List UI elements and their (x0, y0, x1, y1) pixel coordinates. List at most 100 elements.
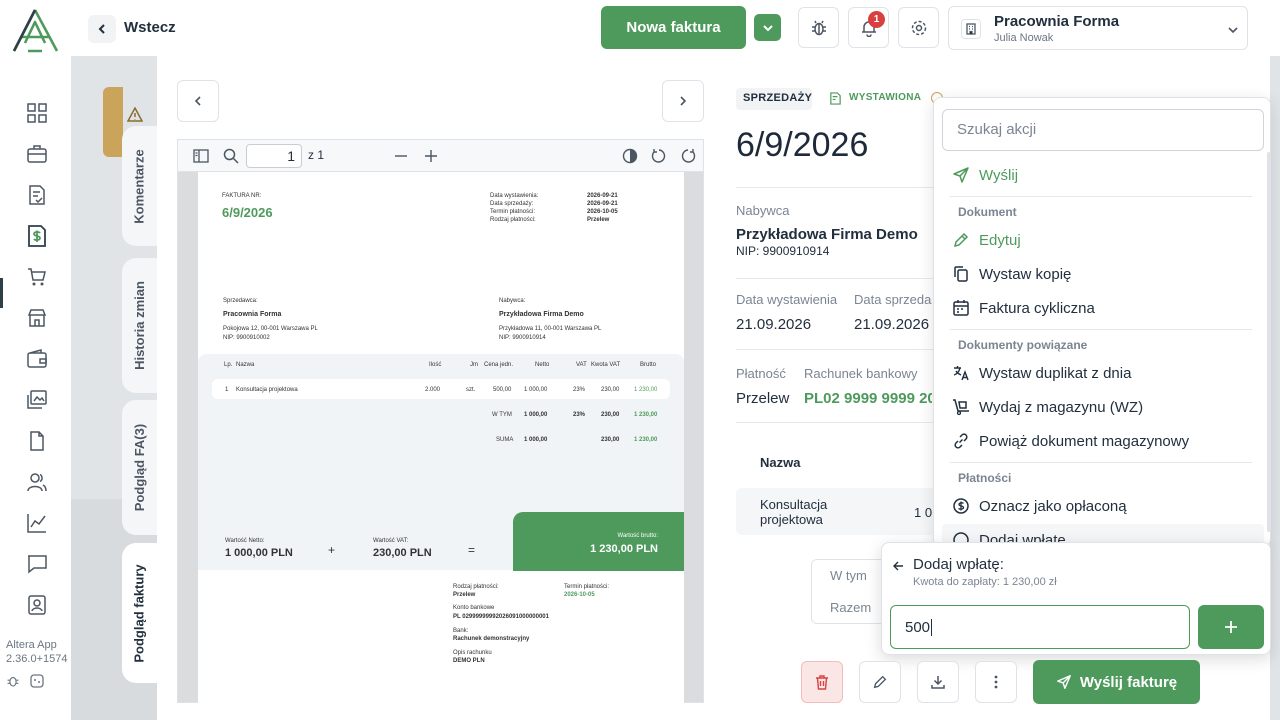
wallet-icon (27, 349, 47, 368)
payment-method: Przelew (736, 390, 790, 407)
sidebar-item-users[interactable] (24, 469, 50, 495)
sidebar-item-documents[interactable] (24, 182, 50, 208)
menu-item-edit[interactable]: Edytuj (952, 228, 1021, 252)
new-invoice-dropdown-button[interactable] (754, 14, 781, 41)
sidebar-item-dashboard[interactable] (24, 100, 50, 126)
sale-date-label: Data sprzedaż (854, 292, 932, 307)
company-switcher[interactable]: Pracownia Forma Julia Nowak (948, 6, 1248, 50)
invoice-pdf-page: FAKTURA NR: 6/9/2026 Data wystawienia: 2… (198, 172, 684, 703)
doc-meta-label: Data wystawienia: (490, 193, 539, 199)
download-button[interactable] (917, 661, 959, 703)
menu-section-document: Dokument (958, 205, 1017, 219)
doc-meta-value: 2026-10-05 (587, 209, 618, 215)
menu-item-copy[interactable]: Wystaw kopię (952, 262, 1071, 286)
doc-td: 1 000,00 (524, 387, 548, 393)
new-invoice-button[interactable]: Nowa faktura (601, 6, 746, 49)
menu-item-mark-paid[interactable]: Oznacz jako opłaconą (952, 494, 1127, 518)
tab-invoice-preview[interactable]: Podgląd faktury (122, 543, 157, 683)
sidebar-item-reports[interactable] (24, 510, 50, 536)
arrow-left-icon[interactable] (892, 560, 904, 572)
menu-item-send[interactable]: Wyślij (952, 163, 1018, 187)
sidebar-item-messages[interactable] (24, 551, 50, 577)
sidebar-item-profile[interactable] (24, 592, 50, 618)
sidebar-toggle-icon[interactable] (193, 148, 209, 164)
sidebar-item-gallery[interactable] (24, 387, 50, 413)
doc-vat-value: 230,00 PLN (373, 547, 432, 559)
doc-td: 1 230,00 (634, 387, 658, 393)
menu-item-duplicate[interactable]: Wystaw duplikat z dnia (952, 361, 1131, 385)
invoice-dollar-icon (28, 225, 46, 247)
sidebar-item-cart[interactable] (24, 264, 50, 290)
more-actions-button[interactable] (975, 661, 1017, 703)
edit-button[interactable] (859, 661, 901, 703)
doc-buyer-nip: NIP: 9900910914 (499, 335, 546, 341)
menu-scrollbar[interactable] (1267, 152, 1270, 532)
page-number-input[interactable]: 1 (246, 144, 302, 168)
grid-icon (27, 103, 47, 123)
doc-seller-label: Sprzedawca: (223, 298, 258, 304)
add-payment-confirm-button[interactable] (1198, 605, 1264, 649)
sidebar-item-briefcase[interactable] (24, 141, 50, 167)
previous-invoice-button[interactable] (177, 80, 219, 122)
theme-icon[interactable] (30, 674, 44, 688)
tab-preview-fa3[interactable]: Podgląd FA(3) (122, 400, 157, 535)
company-name: Pracownia Forma (994, 13, 1120, 30)
doc-meta-value: 2026-09-21 (587, 201, 618, 207)
menu-item-warehouse-release[interactable]: Wydaj z magazynu (WZ) (952, 395, 1143, 419)
payment-amount-input[interactable]: 500 (890, 605, 1190, 649)
buyer-name[interactable]: Przykładowa Firma Demo (736, 226, 918, 243)
divider (736, 187, 936, 188)
tab-history[interactable]: Historia zmian (122, 258, 157, 393)
search-icon[interactable] (223, 148, 239, 164)
app-logo[interactable] (11, 8, 60, 53)
doc-gross-label: Wartość brutto: (617, 533, 658, 539)
menu-item-link-warehouse[interactable]: Powiąż dokument magazynowy (952, 429, 1189, 453)
send-icon (953, 167, 969, 183)
delete-button[interactable] (801, 661, 843, 703)
gear-icon (911, 20, 926, 35)
settings-button[interactable] (898, 7, 939, 48)
issue-date-label: Data wystawienia (736, 292, 838, 307)
contrast-icon[interactable] (622, 148, 638, 164)
add-payment-title: Dodaj wpłatę: (913, 556, 1004, 573)
sidebar-item-wallet[interactable] (24, 346, 50, 372)
sidebar-item-invoices[interactable] (24, 223, 50, 249)
doc-desc-label: Opis rachunku (453, 650, 492, 656)
doc-seller-name: Pracownia Forma (223, 311, 282, 318)
doc-title-label: FAKTURA NR: (222, 193, 262, 199)
doc-buyer-address: Przykładowa 11, 00-001 Warszawa PL (499, 326, 602, 332)
menu-item-cyclic[interactable]: Faktura cykliczna (952, 296, 1095, 320)
calendar-icon (953, 300, 969, 316)
bug-icon[interactable] (6, 674, 20, 688)
dolly-icon (953, 399, 969, 416)
doc-meta-label: Data sprzedaży: (490, 201, 534, 207)
doc-due: 2026-10-05 (564, 592, 595, 598)
item-value: 1 0 (914, 505, 933, 520)
doc-seller-address: Pokojowa 12, 00-001 Warszawa PL (223, 326, 318, 332)
link-icon (954, 433, 968, 449)
rotate-right-icon[interactable] (680, 148, 696, 164)
store-icon (27, 309, 47, 327)
dollar-circle-icon (953, 498, 969, 514)
doc-account-label: Konto bankowe (453, 605, 495, 611)
doc-desc: DEMO PLN (453, 658, 485, 664)
rotate-left-icon[interactable] (651, 148, 667, 164)
doc-meta-value: 2026-09-21 (587, 193, 618, 199)
zoom-out-icon[interactable] (393, 148, 409, 164)
next-invoice-button[interactable] (662, 80, 704, 122)
back-button[interactable] (88, 15, 116, 43)
send-invoice-button[interactable]: Wyślij fakturę (1033, 660, 1200, 704)
zoom-in-icon[interactable] (423, 148, 439, 164)
action-search-input[interactable]: Szukaj akcji (942, 109, 1264, 151)
bank-account-label: Rachunek bankowy (804, 366, 918, 381)
bank-account[interactable]: PL02 9999 9999 20 (804, 390, 932, 407)
tab-comments[interactable]: Komentarze (122, 126, 157, 246)
sidebar-item-files[interactable] (24, 428, 50, 454)
doc-th: Jm (470, 362, 478, 368)
doc-th: Cena jedn. (484, 362, 514, 368)
add-payment-popup: Dodaj wpłatę: Kwota do zapłaty: 1 230,00… (881, 542, 1271, 655)
sidebar-item-store[interactable] (24, 305, 50, 331)
bug-report-button[interactable] (798, 7, 839, 48)
doc-td: Konsultacja projektowa (236, 387, 298, 393)
back-label[interactable]: Wstecz (124, 19, 176, 36)
